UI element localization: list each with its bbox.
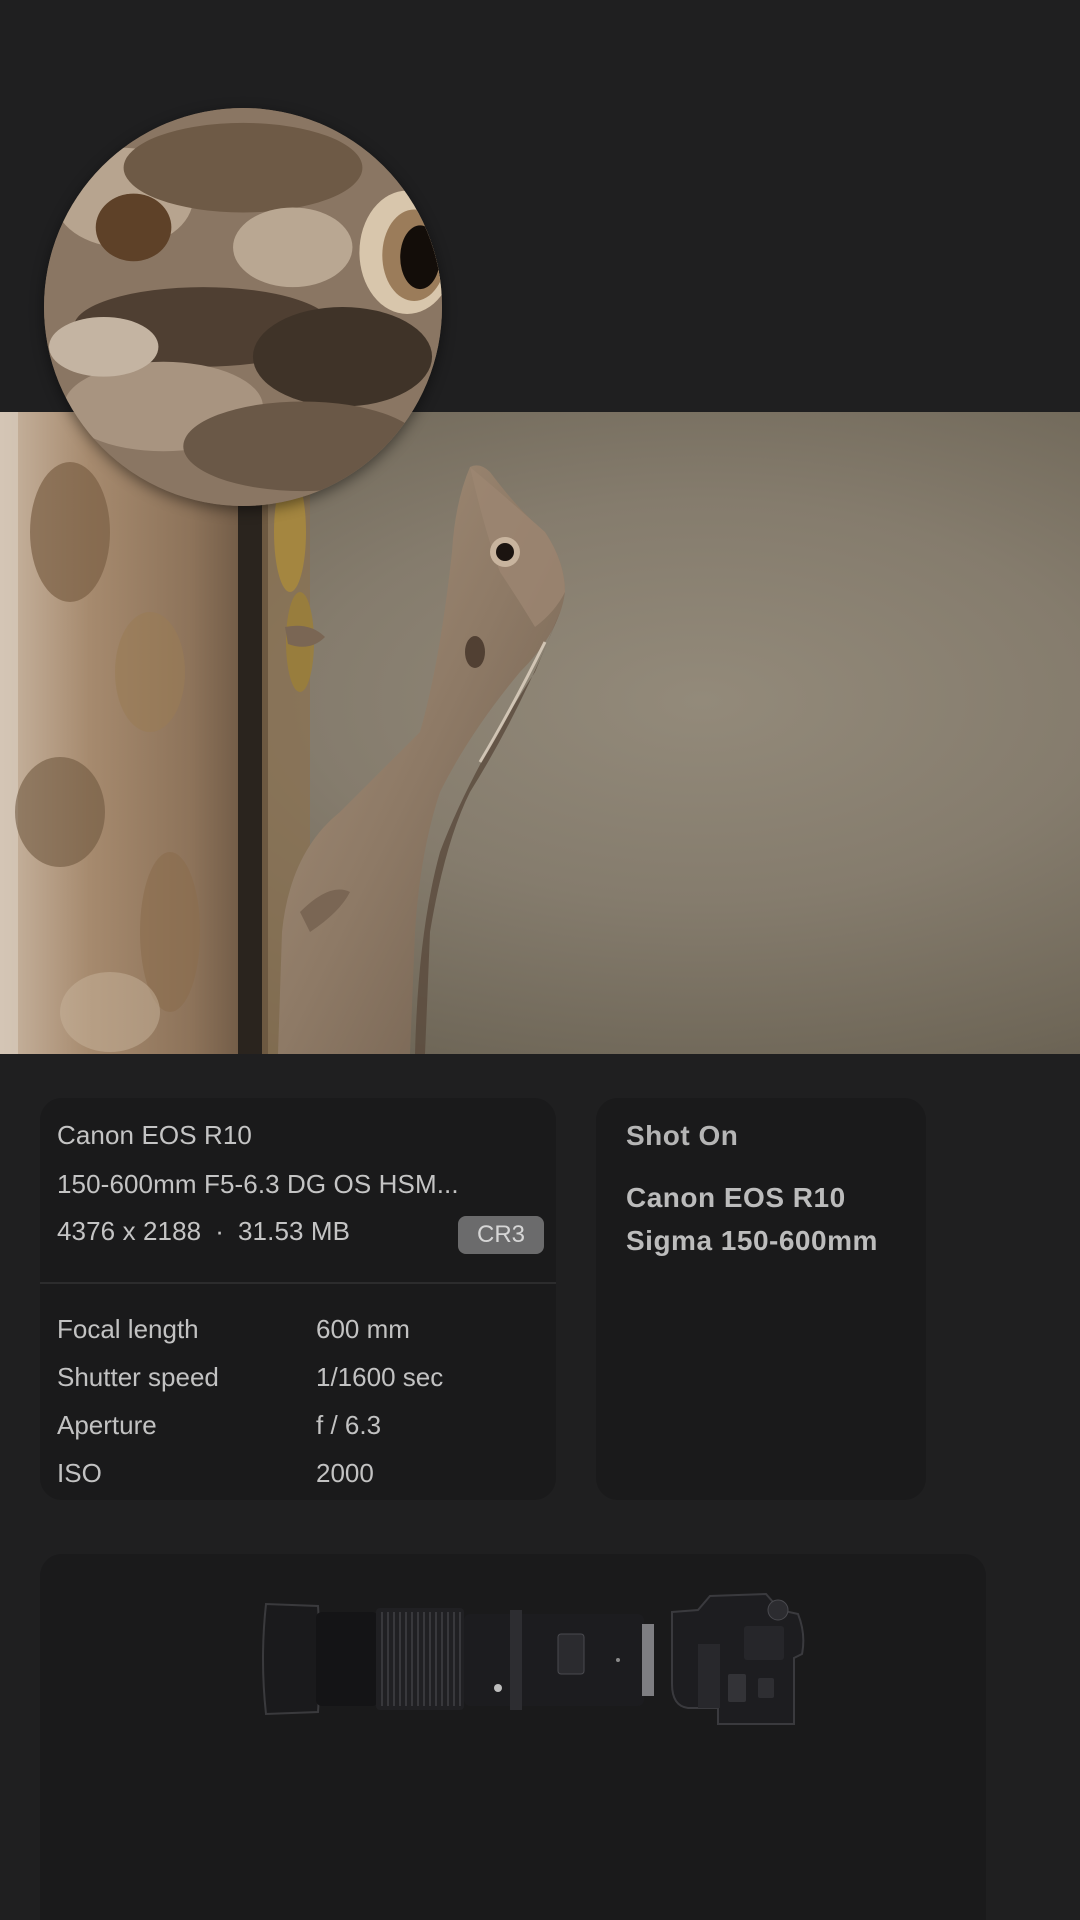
zoom-loupe[interactable] <box>44 108 442 506</box>
spec-label-shutter-speed: Shutter speed <box>57 1362 219 1392</box>
zoomed-texture-art <box>44 108 442 506</box>
shot-on-title: Shot On <box>626 1120 739 1151</box>
lens-name: 150-600mm F5-6.3 DG OS HSM... <box>57 1169 459 1199</box>
photo-info-card: Canon EOS R10 150-600mm F5-6.3 DG OS HSM… <box>40 1098 556 1500</box>
gear-card[interactable] <box>40 1554 986 1920</box>
separator-dot: · <box>215 1216 224 1246</box>
spec-label-aperture: Aperture <box>57 1410 157 1440</box>
main-photo[interactable] <box>0 412 1080 1054</box>
file-details: 4376 x 2188 · 31.53 MB <box>57 1216 350 1247</box>
shot-on-card[interactable]: Shot On Canon EOS R10 Sigma 150-600mm <box>596 1098 926 1500</box>
file-size: 31.53 MB <box>238 1216 351 1246</box>
camera-and-lens-icon <box>262 1592 805 1725</box>
image-dimensions: 4376 x 2188 <box>57 1216 202 1246</box>
spec-value-aperture: f / 6.3 <box>316 1410 382 1440</box>
spec-value-focal-length: 600 mm <box>316 1314 410 1344</box>
shot-on-camera: Canon EOS R10 <box>626 1182 846 1213</box>
shot-on-lens: Sigma 150-600mm <box>626 1225 878 1256</box>
camera-model: Canon EOS R10 <box>57 1120 252 1150</box>
divider <box>40 1282 556 1284</box>
spec-value-shutter-speed: 1/1600 sec <box>316 1362 444 1392</box>
spec-label-focal-length: Focal length <box>57 1314 199 1344</box>
lizard-photo-art <box>0 412 565 1054</box>
spec-label-iso: ISO <box>57 1458 102 1488</box>
spec-value-iso: 2000 <box>316 1458 374 1488</box>
format-badge: CR3 <box>458 1216 544 1254</box>
